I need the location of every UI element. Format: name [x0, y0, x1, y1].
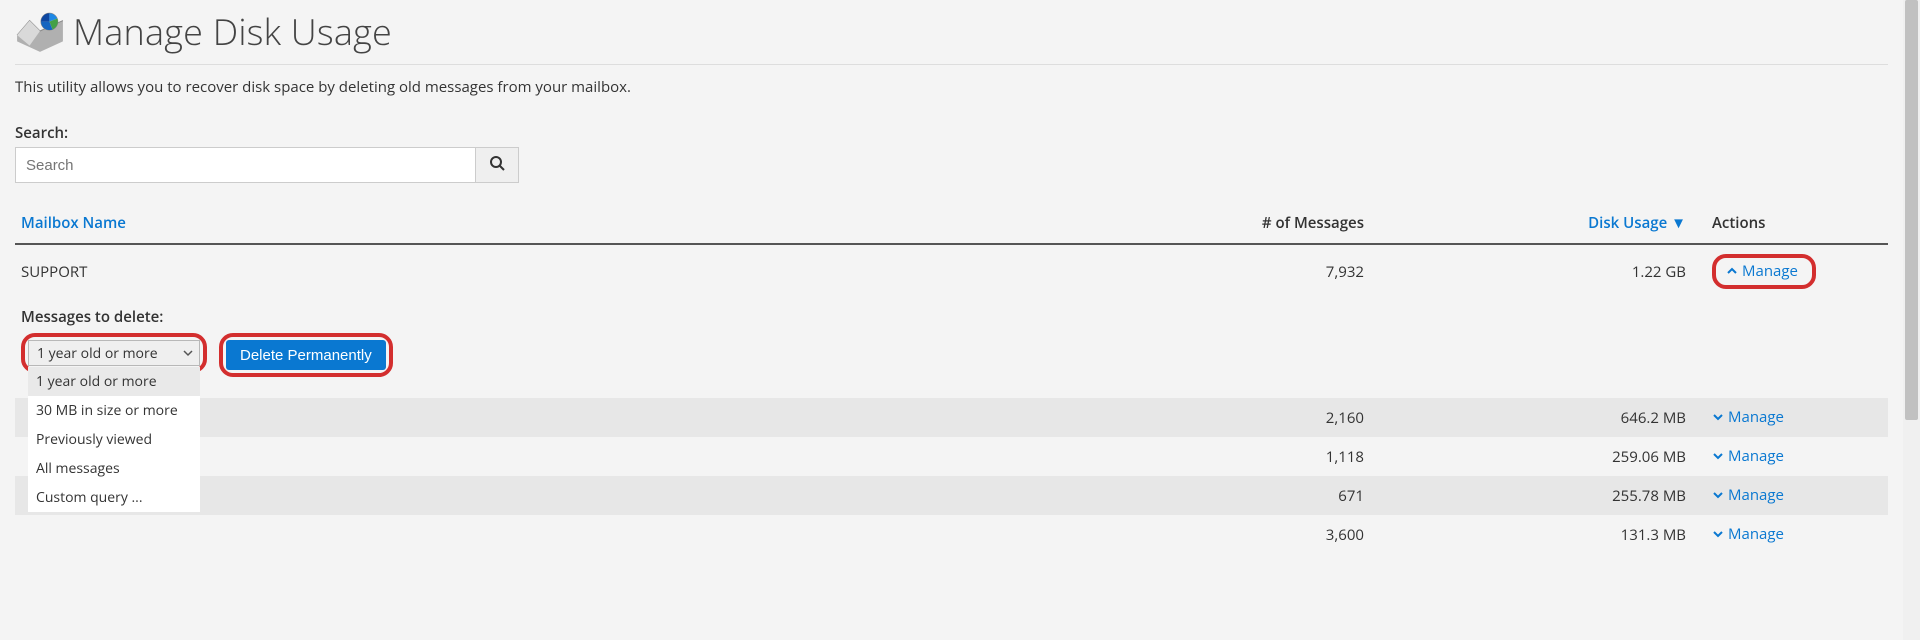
manage-toggle[interactable]: Manage	[1712, 524, 1784, 544]
vertical-scrollbar[interactable]	[1903, 0, 1920, 640]
mailbox-name	[15, 515, 1128, 554]
search-label: Search:	[15, 123, 1888, 143]
search-icon	[489, 154, 505, 176]
delete-filter-select[interactable]: 1 year old or more	[28, 340, 200, 366]
expanded-panel: Messages to delete: 1 year old or more	[15, 298, 1888, 398]
manage-toggle[interactable]: Manage	[1712, 485, 1784, 505]
manage-toggle-expanded[interactable]: Manage	[1712, 254, 1816, 289]
mailbox-table: Mailbox Name # of Messages Disk Usage ▼ …	[15, 203, 1888, 554]
mailbox-messages: 7,932	[1128, 244, 1370, 298]
mailbox-messages: 3,600	[1128, 515, 1370, 554]
chevron-down-icon	[183, 344, 193, 363]
delete-button-wrap: Delete Permanently	[219, 333, 393, 377]
mailbox-messages: 2,160	[1128, 398, 1370, 437]
table-row: 671 255.78 MB Manage	[15, 476, 1888, 515]
manage-toggle[interactable]: Manage	[1712, 407, 1784, 427]
sort-desc-icon: ▼	[1671, 213, 1686, 233]
mailbox-name: SUPPORT	[15, 244, 1128, 298]
table-row: SUPPORT 7,932 1.22 GB Manage	[15, 244, 1888, 298]
disk-usage-icon	[15, 6, 65, 56]
delete-filter-selected: 1 year old or more	[37, 344, 158, 363]
col-actions: Actions	[1692, 203, 1888, 244]
messages-to-delete-label: Messages to delete:	[21, 307, 1882, 327]
delete-filter-dropdown: 1 year old or more 30 MB in size or more…	[28, 367, 200, 512]
chevron-down-icon	[1712, 450, 1724, 462]
manage-label: Manage	[1728, 485, 1784, 505]
manage-label: Manage	[1728, 407, 1784, 427]
dropdown-option[interactable]: All messages	[28, 454, 200, 483]
mailbox-disk: 255.78 MB	[1370, 476, 1692, 515]
manage-label: Manage	[1728, 524, 1784, 544]
mailbox-messages: 671	[1128, 476, 1370, 515]
table-row: 3,600 131.3 MB Manage	[15, 515, 1888, 554]
table-row: 1,118 259.06 MB Manage	[15, 437, 1888, 476]
dropdown-option[interactable]: 30 MB in size or more	[28, 396, 200, 425]
page-description: This utility allows you to recover disk …	[15, 77, 1888, 97]
col-messages: # of Messages	[1128, 203, 1370, 244]
dropdown-option[interactable]: 1 year old or more	[28, 367, 200, 396]
chevron-down-icon	[1712, 489, 1724, 501]
chevron-up-icon	[1726, 265, 1738, 277]
chevron-down-icon	[1712, 528, 1724, 540]
mailbox-disk: 646.2 MB	[1370, 398, 1692, 437]
manage-toggle[interactable]: Manage	[1712, 446, 1784, 466]
page-title: Manage Disk Usage	[73, 7, 392, 56]
col-mailbox-name[interactable]: Mailbox Name	[21, 213, 126, 233]
scrollbar-thumb[interactable]	[1905, 0, 1918, 420]
col-disk-usage[interactable]: Disk Usage ▼	[1588, 213, 1686, 233]
search-button[interactable]	[475, 147, 519, 183]
col-disk-usage-label: Disk Usage	[1588, 213, 1667, 233]
manage-label: Manage	[1728, 446, 1784, 466]
table-row: 2,160 646.2 MB Manage	[15, 398, 1888, 437]
delete-filter-group: 1 year old or more 1 year old or more 30…	[21, 333, 207, 373]
mailbox-disk: 131.3 MB	[1370, 515, 1692, 554]
mailbox-disk: 259.06 MB	[1370, 437, 1692, 476]
dropdown-option[interactable]: Custom query ...	[28, 483, 200, 512]
page-header: Manage Disk Usage	[15, 6, 1888, 65]
chevron-down-icon	[1712, 411, 1724, 423]
search-input[interactable]	[15, 147, 475, 183]
mailbox-messages: 1,118	[1128, 437, 1370, 476]
delete-permanently-button[interactable]: Delete Permanently	[226, 340, 386, 370]
dropdown-option[interactable]: Previously viewed	[28, 425, 200, 454]
manage-label: Manage	[1742, 261, 1798, 281]
mailbox-disk: 1.22 GB	[1370, 244, 1692, 298]
